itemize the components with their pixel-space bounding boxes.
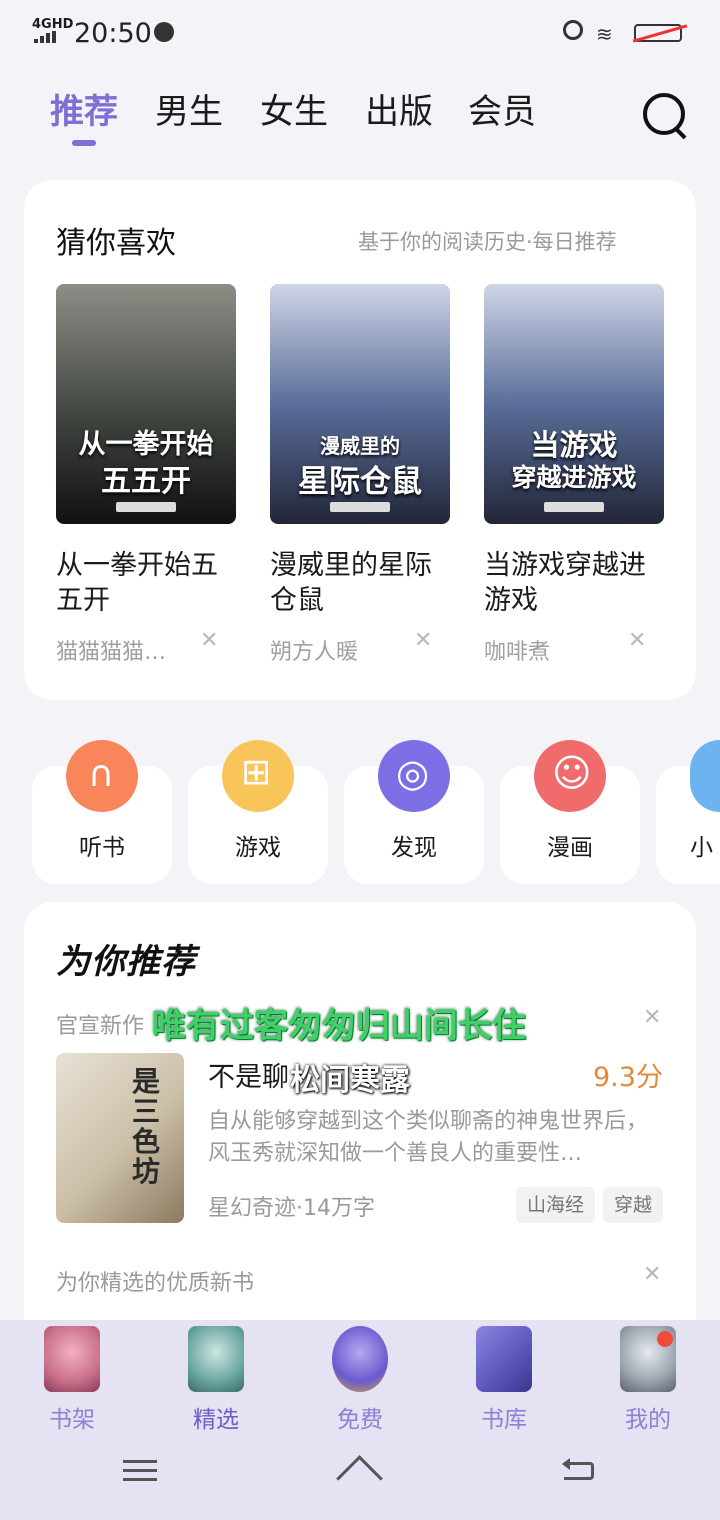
tab-publish[interactable]: 出版 <box>365 90 433 134</box>
quick-label: 游戏 <box>235 835 281 861</box>
book-author: 朔方人暖 <box>270 640 359 665</box>
tab-female[interactable]: 女生 <box>260 90 328 134</box>
quick-label: 发现 <box>391 835 437 861</box>
book-author: 猫猫猫猫… <box>56 640 167 665</box>
battery-icon <box>634 24 682 42</box>
publisher-logo <box>116 502 176 512</box>
book-title[interactable]: 漫威里的星际仓鼠 <box>270 548 450 618</box>
book-meta: 星幻奇迹·14万字 <box>208 1196 375 1221</box>
publisher-logo <box>544 502 604 512</box>
nav-bookshelf[interactable]: 书架 <box>0 1320 144 1440</box>
book-author: 咖啡煮 <box>484 640 551 665</box>
official-new-tag: 官宣新作 <box>56 1014 145 1039</box>
book-icon <box>476 1326 532 1392</box>
book-cover[interactable]: 漫威里的 星际仓鼠 <box>270 284 450 524</box>
close-icon[interactable]: ✕ <box>414 628 432 653</box>
network-indicator: 4GHD <box>32 17 74 32</box>
close-icon[interactable]: ✕ <box>643 1262 661 1287</box>
globe-icon <box>154 22 174 42</box>
close-icon[interactable]: ✕ <box>643 1005 661 1030</box>
book-cover[interactable]: 当游戏 穿越进游戏 <box>484 284 664 524</box>
book-tag[interactable]: 穿越 <box>603 1187 664 1223</box>
lyric-overlay: 唯有过客匆匆归山间长住 <box>152 1006 526 1046</box>
quick-label: 漫画 <box>547 835 593 861</box>
headphones-icon: ∩ <box>66 740 138 812</box>
book-cover[interactable]: 是三色坊 <box>56 1053 184 1223</box>
castle-icon <box>188 1326 244 1392</box>
guess-title: 猜你喜欢 <box>56 226 176 261</box>
nav-free[interactable]: 免费 <box>288 1320 432 1440</box>
book-title[interactable]: 从一拳开始五五开 <box>56 548 236 618</box>
quick-label: 听书 <box>79 835 125 861</box>
notification-dot <box>657 1331 673 1347</box>
tab-indicator <box>72 140 96 146</box>
vase-icon <box>332 1326 388 1392</box>
book-description: 自从能够穿越到这个类似聊斋的神鬼世界后，风玉秀就深知做一个善良人的重要性… <box>208 1109 649 1166</box>
quick-label: 小 <box>690 835 713 861</box>
back-icon[interactable] <box>562 1458 596 1484</box>
book-cover[interactable]: 从一拳开始 五五开 <box>56 284 236 524</box>
book-title[interactable]: 不是聊 <box>208 1055 289 1094</box>
book-title[interactable]: 当游戏穿越进游戏 <box>484 548 664 618</box>
nav-featured[interactable]: 精选 <box>144 1320 288 1440</box>
curated-tag: 为你精选的优质新书 <box>56 1271 255 1296</box>
signal-icon <box>34 31 58 43</box>
book-score: 9.3分 <box>593 1062 663 1093</box>
compass-icon: ◎ <box>378 740 450 812</box>
tab-male[interactable]: 男生 <box>155 90 223 134</box>
wifi-icon: ≋ <box>596 22 613 46</box>
close-icon[interactable]: ✕ <box>628 628 646 653</box>
status-bar: 4GHD 20:50 ≋ <box>0 0 720 64</box>
menu-icon[interactable] <box>123 1458 157 1484</box>
tab-recommend[interactable]: 推荐 <box>50 90 118 134</box>
search-icon[interactable] <box>643 93 685 135</box>
book-tag[interactable]: 山海经 <box>516 1187 596 1223</box>
butterfly-icon <box>44 1326 100 1392</box>
publisher-logo <box>330 502 390 512</box>
tab-vip[interactable]: 会员 <box>468 90 536 134</box>
home-icon[interactable] <box>336 1455 383 1502</box>
comic-icon: ☺ <box>534 740 606 812</box>
recommend-title: 为你推荐 <box>56 942 196 982</box>
lyric-overlay-secondary: 松间寒露 <box>290 1063 410 1098</box>
gamepad-icon: ⊞ <box>222 740 294 812</box>
close-icon[interactable]: ✕ <box>200 628 218 653</box>
alarm-icon <box>563 20 583 40</box>
guess-subtitle: 基于你的阅读历史·每日推荐 <box>358 230 617 254</box>
nav-mine[interactable]: 我的 <box>576 1320 720 1440</box>
nav-library[interactable]: 书库 <box>432 1320 576 1440</box>
clock: 20:50 <box>74 18 152 49</box>
